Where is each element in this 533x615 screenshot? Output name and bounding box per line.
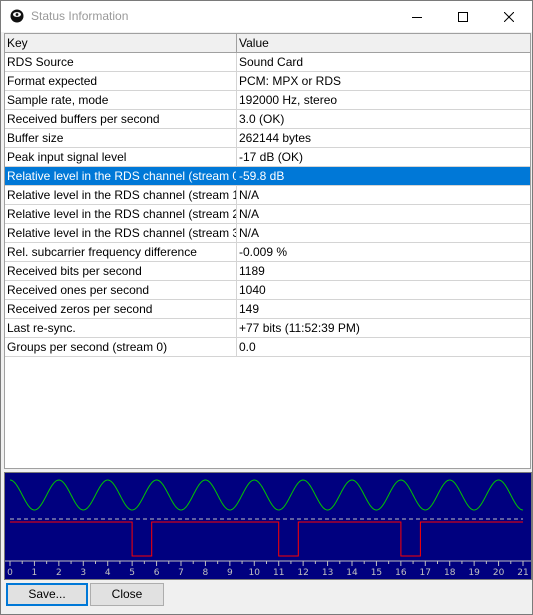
row-value: 262144 bytes xyxy=(239,131,312,145)
tick-label: 2 xyxy=(56,568,62,578)
table-row[interactable]: Relative level in the RDS channel (strea… xyxy=(5,167,530,186)
table-row[interactable]: Sample rate, mode 192000 Hz, stereo xyxy=(5,91,530,110)
status-information-window: Status Information Key Value RDS Source S… xyxy=(0,0,533,615)
table-row[interactable]: Groups per second (stream 0) 0.0 xyxy=(5,338,530,357)
tick-label: 1 xyxy=(32,568,38,578)
row-key: RDS Source xyxy=(5,53,237,71)
row-value: -0.009 % xyxy=(239,245,288,259)
row-key: Rel. subcarrier frequency difference xyxy=(5,243,237,261)
tick-label: 5 xyxy=(129,568,135,578)
column-header-key[interactable]: Key xyxy=(5,34,237,52)
tick-label: 17 xyxy=(420,568,431,578)
table-header: Key Value xyxy=(5,34,530,53)
minimize-button[interactable] xyxy=(394,1,440,32)
row-key: Sample rate, mode xyxy=(5,91,237,109)
tick-label: 6 xyxy=(154,568,160,578)
tick-label: 14 xyxy=(346,568,358,578)
row-value: 3.0 (OK) xyxy=(239,112,285,126)
maximize-icon xyxy=(458,11,468,22)
sine-waveform xyxy=(9,479,524,511)
table-row[interactable]: Buffer size 262144 bytes xyxy=(5,129,530,148)
row-value: Sound Card xyxy=(239,55,304,69)
maximize-button[interactable] xyxy=(440,1,486,32)
row-value: 1189 xyxy=(239,264,265,278)
row-value: 1040 xyxy=(239,283,266,297)
table-row[interactable]: Last re-sync. +77 bits (11:52:39 PM) xyxy=(5,319,530,338)
row-value: PCM: MPX or RDS xyxy=(239,74,342,88)
row-value: 0.0 xyxy=(239,340,256,354)
table-row[interactable]: Received buffers per second 3.0 (OK) xyxy=(5,110,530,129)
column-header-value[interactable]: Value xyxy=(237,34,530,52)
tick-label: 12 xyxy=(297,568,308,578)
row-key: Relative level in the RDS channel (strea… xyxy=(7,205,237,223)
app-logo-icon xyxy=(10,9,24,23)
table-row[interactable]: Received zeros per second 149 xyxy=(5,300,530,319)
row-value: N/A xyxy=(239,207,260,221)
tick-label: 0 xyxy=(7,568,13,578)
row-key: Received zeros per second xyxy=(5,300,237,318)
rds-signal-scope: 0 1 2 3 4 5 6 7 8 9 10 11 12 13 14 15 16 17 18 19 20 21 xyxy=(4,472,532,580)
row-key: Format expected xyxy=(5,72,237,90)
status-table[interactable]: Key Value RDS Source Sound Card Format exp… xyxy=(4,33,531,469)
row-key: Groups per second (stream 0) xyxy=(5,338,237,356)
table-row[interactable]: Relative level in the RDS channel (strea… xyxy=(5,205,530,224)
close-button[interactable]: Close xyxy=(90,583,164,606)
row-value: +77 bits (11:52:39 PM) xyxy=(239,321,360,335)
tick-label: 4 xyxy=(105,568,111,578)
row-value: 149 xyxy=(239,302,260,316)
table-row[interactable]: RDS Source Sound Card xyxy=(5,53,530,72)
tick-label: 11 xyxy=(273,568,284,578)
scope-plot: 0 1 2 3 4 5 6 7 8 9 10 11 12 13 14 15 16 17 18 19 20 21 xyxy=(5,479,531,578)
tick-label: 13 xyxy=(322,568,333,578)
bit-stream-trace xyxy=(10,521,523,557)
tick-label: 19 xyxy=(468,568,480,578)
tick-label: 8 xyxy=(203,568,209,578)
tick-label: 9 xyxy=(227,568,233,578)
row-key: Relative level in the RDS channel (strea… xyxy=(7,186,237,204)
tick-label: 20 xyxy=(493,568,505,578)
table-row[interactable]: Relative level in the RDS channel (strea… xyxy=(5,186,530,205)
tick-label: 15 xyxy=(371,568,382,578)
row-key: Relative level in the RDS channel (strea… xyxy=(7,167,237,185)
table-row[interactable]: Rel. subcarrier frequency difference -0.0… xyxy=(5,243,530,262)
tick-label: 10 xyxy=(249,568,261,578)
table-row[interactable]: Peak input signal level -17 dB (OK) xyxy=(5,148,530,167)
row-value: -59.8 dB xyxy=(239,169,285,183)
save-button[interactable]: Save... xyxy=(6,583,88,606)
tick-label: 21 xyxy=(517,568,528,578)
close-icon xyxy=(504,11,514,22)
row-value: 192000 Hz, stereo xyxy=(239,93,338,107)
tick-label: 18 xyxy=(444,568,456,578)
row-key: Last re-sync. xyxy=(5,319,237,337)
table-row[interactable]: Relative level in the RDS channel (strea… xyxy=(5,224,530,243)
window-title: Status Information xyxy=(31,9,129,23)
row-key: Relative level in the RDS channel (strea… xyxy=(7,224,237,242)
tick-label: 3 xyxy=(80,568,86,578)
row-key: Received buffers per second xyxy=(5,110,237,128)
row-value: N/A xyxy=(239,226,260,240)
row-key: Received bits per second xyxy=(5,262,237,280)
close-window-button[interactable] xyxy=(486,1,532,32)
row-key: Buffer size xyxy=(5,129,237,147)
table-rows: RDS Source Sound Card Format expected PCM: … xyxy=(5,53,530,357)
table-row[interactable]: Received ones per second 1040 xyxy=(5,281,530,300)
row-value: N/A xyxy=(239,188,260,202)
row-key: Peak input signal level xyxy=(5,148,237,166)
minimize-icon xyxy=(412,16,422,18)
row-key: Received ones per second xyxy=(5,281,237,299)
table-row[interactable]: Format expected PCM: MPX or RDS xyxy=(5,72,530,91)
tick-label: 7 xyxy=(178,568,184,578)
table-row[interactable]: Received bits per second 1189 xyxy=(5,262,530,281)
row-value: -17 dB (OK) xyxy=(239,150,304,164)
tick-label: 16 xyxy=(395,568,407,578)
title-bar: Status Information xyxy=(1,1,532,32)
